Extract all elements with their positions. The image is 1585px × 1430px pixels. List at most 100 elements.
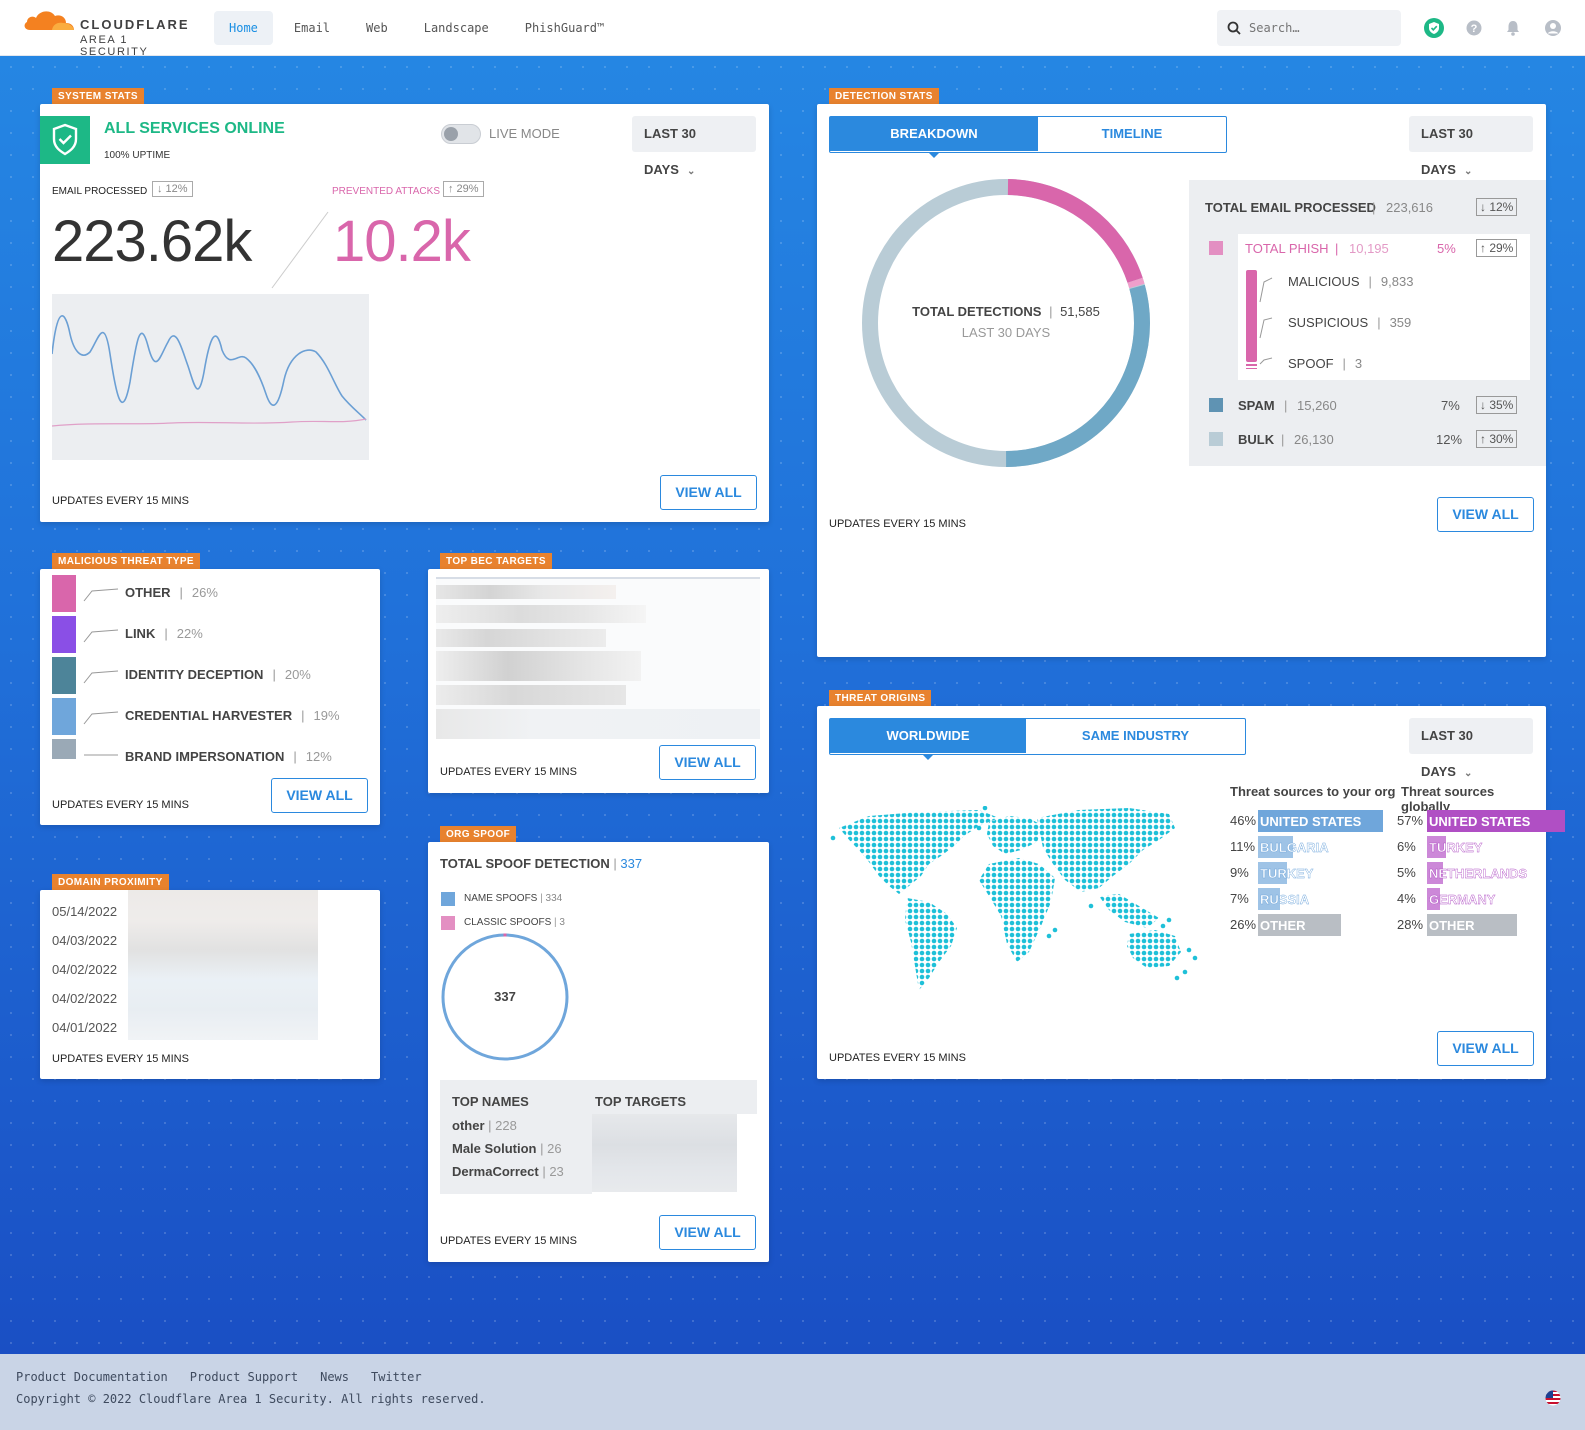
footer-links: Product Documentation Product Support Ne…: [16, 1370, 422, 1384]
system-stats-range-dropdown[interactable]: LAST 30 DAYS ⌄: [632, 116, 756, 177]
origin-country: GERMANY: [1429, 892, 1496, 907]
separator: |: [1049, 304, 1053, 319]
threat-type-swatch: [52, 616, 76, 653]
shield-check-icon: [52, 123, 78, 156]
help-icon[interactable]: ?: [1464, 18, 1484, 38]
phish-connector-lines: [1259, 277, 1273, 365]
redacted-row: [436, 651, 641, 681]
footer-link-documentation[interactable]: Product Documentation: [16, 1370, 168, 1384]
org-spoof-card: TOTAL SPOOF DETECTION | 337 NAME SPOOFS …: [428, 842, 769, 1262]
section-tag-org-spoof: ORG SPOOF: [440, 826, 517, 842]
tab-home[interactable]: Home: [214, 11, 273, 45]
tab-phishguard[interactable]: PhishGuard™: [510, 11, 619, 45]
footer-link-news[interactable]: News: [320, 1370, 349, 1384]
status-shield-badge: [40, 116, 90, 164]
threat-type-swatch: [52, 698, 76, 735]
bell-icon[interactable]: [1503, 18, 1523, 38]
europe-shape: [987, 816, 1043, 854]
shield-check-icon[interactable]: [1424, 18, 1444, 38]
phish-legend-swatch: [1209, 241, 1223, 255]
tab-landscape[interactable]: Landscape: [409, 11, 504, 45]
threat-type-swatch: [52, 575, 76, 612]
redacted-row: [436, 629, 606, 647]
phish-sub-malicious: MALICIOUS | 9,833: [1288, 274, 1414, 289]
top-navigation: CLOUDFLARE AREA 1 SECURITY Home Email We…: [0, 0, 1585, 58]
spoof-donut-center: 337: [494, 989, 516, 1004]
threat-type-item: BRAND IMPERSONATION | 12%: [125, 749, 332, 764]
threat-type-item: CREDENTIAL HARVESTER | 19%: [125, 708, 340, 723]
spoof-total-value: 337: [620, 856, 643, 871]
footer-link-twitter[interactable]: Twitter: [371, 1370, 422, 1384]
origins-range-dropdown[interactable]: LAST 30 DAYS ⌄: [1409, 718, 1533, 779]
top-name-item: DermaCorrect | 23: [452, 1164, 564, 1179]
bulk-pct: 12%: [1436, 432, 1463, 447]
uptime-text: 100% UPTIME: [104, 150, 171, 161]
total-phish-change-badge: ↑ 29%: [1476, 239, 1518, 257]
origin-country: NETHERLANDS: [1429, 866, 1528, 881]
section-tag-domain-proximity: DOMAIN PROXIMITY: [52, 874, 169, 890]
threat-type-connector: [83, 588, 119, 602]
tab-same-industry[interactable]: SAME INDUSTRY: [1026, 719, 1245, 753]
redacted-row: [436, 685, 626, 705]
top-targets-header: TOP TARGETS: [595, 1094, 687, 1109]
origin-pct: 28%: [1397, 917, 1424, 932]
system-stats-view-all-button[interactable]: VIEW ALL: [660, 475, 757, 510]
suspicious-bar: [1246, 364, 1257, 366]
threat-type-view-all-button[interactable]: VIEW ALL: [271, 778, 368, 813]
detection-view-toggle: BREAKDOWN TIMELINE: [829, 116, 1227, 158]
total-phish-pct: 5%: [1437, 241, 1456, 256]
world-dot-map: [830, 806, 1198, 990]
user-icon[interactable]: [1543, 18, 1563, 38]
tab-email[interactable]: Email: [279, 11, 345, 45]
attacks-change-badge: ↑ 29%: [443, 181, 484, 197]
total-detections-value: 51,585: [1060, 304, 1100, 319]
origin-pct: 5%: [1397, 865, 1416, 880]
spam-value: 15,260: [1297, 398, 1337, 413]
bec-targets-card: UPDATES EVERY 15 MINS VIEW ALL: [428, 569, 769, 793]
section-tag-system-stats: SYSTEM STATS: [52, 88, 144, 104]
redacted-domain-column: [128, 890, 318, 1040]
separator: |: [1372, 200, 1376, 215]
search-input[interactable]: [1249, 10, 1389, 46]
stat-divider-line: [271, 211, 329, 289]
threat-type-swatch: [52, 739, 76, 759]
detection-range-dropdown[interactable]: LAST 30 DAYS ⌄: [1409, 116, 1533, 177]
tab-web[interactable]: Web: [351, 11, 403, 45]
top-name-item: Male Solution | 26: [452, 1141, 562, 1156]
bec-targets-view-all-button[interactable]: VIEW ALL: [659, 745, 756, 780]
redacted-row: [436, 605, 646, 623]
search-box[interactable]: [1217, 10, 1401, 46]
threat-origins-view-all-button[interactable]: VIEW ALL: [1437, 1031, 1534, 1066]
tab-breakdown[interactable]: BREAKDOWN: [830, 117, 1038, 158]
threat-type-connector: [83, 670, 119, 684]
org-sources-header: Threat sources to your org: [1230, 784, 1396, 799]
us-flag-icon[interactable]: [1545, 1390, 1561, 1406]
threat-type-connector: [83, 629, 119, 643]
org-spoof-view-all-button[interactable]: VIEW ALL: [659, 1215, 756, 1250]
bulk-value: 26,130: [1294, 432, 1334, 447]
system-stats-card: ALL SERVICES ONLINE 100% UPTIME LIVE MOD…: [40, 104, 769, 522]
threat-type-connector: [83, 711, 119, 725]
threat-type-item: OTHER | 26%: [125, 585, 218, 600]
detection-view-all-button[interactable]: VIEW ALL: [1437, 497, 1534, 532]
classic-spoofs-swatch: [441, 916, 455, 930]
phish-sub-suspicious: SUSPICIOUS | 359: [1288, 315, 1412, 330]
cloudflare-cloud-icon: [24, 11, 75, 30]
footer-link-support[interactable]: Product Support: [190, 1370, 298, 1384]
total-email-label: TOTAL EMAIL PROCESSED: [1205, 200, 1376, 215]
chevron-down-icon: ⌄: [1463, 768, 1473, 779]
prevented-attacks-label: PREVENTED ATTACKS: [332, 186, 440, 197]
footer: Product Documentation Product Support Ne…: [0, 1354, 1585, 1430]
tab-timeline[interactable]: TIMELINE: [1038, 117, 1226, 151]
live-mode-toggle[interactable]: [441, 124, 481, 144]
tab-worldwide[interactable]: WORLDWIDE: [830, 719, 1026, 760]
donut-center: TOTAL DETECTIONS | 51,585: [861, 304, 1151, 319]
spam-change-badge: ↓ 35%: [1476, 396, 1518, 414]
domain-proximity-card: 05/14/2022 04/03/2022 04/02/2022 04/02/2022…: [40, 890, 380, 1079]
section-tag-threat-type: MALICIOUS THREAT TYPE: [52, 553, 200, 569]
spoof-bar: [1246, 368, 1257, 369]
email-processed-label: EMAIL PROCESSED: [52, 186, 148, 197]
south-america-shape: [905, 898, 957, 990]
detection-donut-chart: [862, 179, 1150, 467]
cloudflare-logo[interactable]: CLOUDFLARE AREA 1 SECURITY: [22, 6, 192, 58]
